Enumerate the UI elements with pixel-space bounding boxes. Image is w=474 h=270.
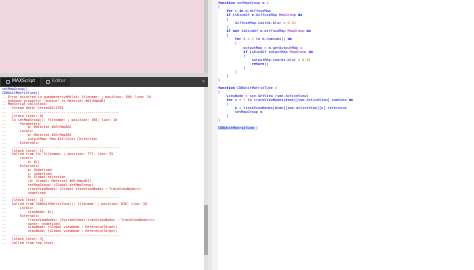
maxscript-listener-output[interactable]: setMapGroup() CDBUnitMatrixTune() -- Error… — [0, 87, 204, 270]
code-token: to m.numsubs() — [253, 37, 288, 42]
code-token: do — [306, 29, 311, 34]
listener-tab-bar: MAXScript Editor × — [0, 77, 208, 87]
script-editor[interactable]: function setMapGroup m =( for i in m.dif… — [218, 0, 474, 270]
code-token: i = — [243, 37, 252, 42]
code-token: function — [218, 1, 237, 5]
code-token: CDBUnitMatrixTune = — [236, 85, 278, 90]
code-token: isKindOf m.diffuseMap — [232, 13, 280, 18]
code-token: do — [308, 49, 313, 54]
tab-editor-label: Editor — [52, 79, 66, 84]
code-token: MapGroup — [289, 49, 309, 54]
code-token: setMapGroup m = — [236, 1, 269, 5]
code-token: 0.01 — [302, 57, 311, 62]
code-token: () — [253, 126, 259, 131]
close-icon[interactable]: × — [202, 79, 205, 85]
code-token: MapGroup — [279, 13, 299, 18]
code-token: not — [232, 29, 242, 34]
code-token: to trackViewNodes[#sme][sme.activeView].… — [245, 98, 349, 103]
code-token: 0.01 — [287, 21, 296, 26]
code-token: CDBUnitMatrixTune — [218, 126, 254, 131]
scene-viewport[interactable] — [0, 0, 204, 73]
tab-maxscript[interactable]: MAXScript — [1, 78, 41, 86]
script-icon — [6, 80, 10, 84]
document-icon — [46, 80, 51, 84]
code-token: () — [264, 61, 269, 66]
listener-line: -- called from top-level — [2, 240, 54, 245]
code-token: MapGroup — [287, 29, 307, 34]
code-token: do — [298, 13, 303, 18]
code-token: do — [348, 98, 353, 103]
tab-editor[interactable]: Editor — [41, 78, 71, 86]
tab-maxscript-label: MAXScript — [12, 79, 36, 84]
code-token: isKindOf outputMap — [249, 49, 290, 54]
code-token: do — [287, 37, 292, 42]
code-token: function — [218, 85, 237, 90]
code-token: isKindOf m.diffuseMap — [241, 29, 288, 34]
code-token: return — [251, 61, 265, 66]
code-line: CDBUnitMatrixTune() — [218, 126, 474, 131]
